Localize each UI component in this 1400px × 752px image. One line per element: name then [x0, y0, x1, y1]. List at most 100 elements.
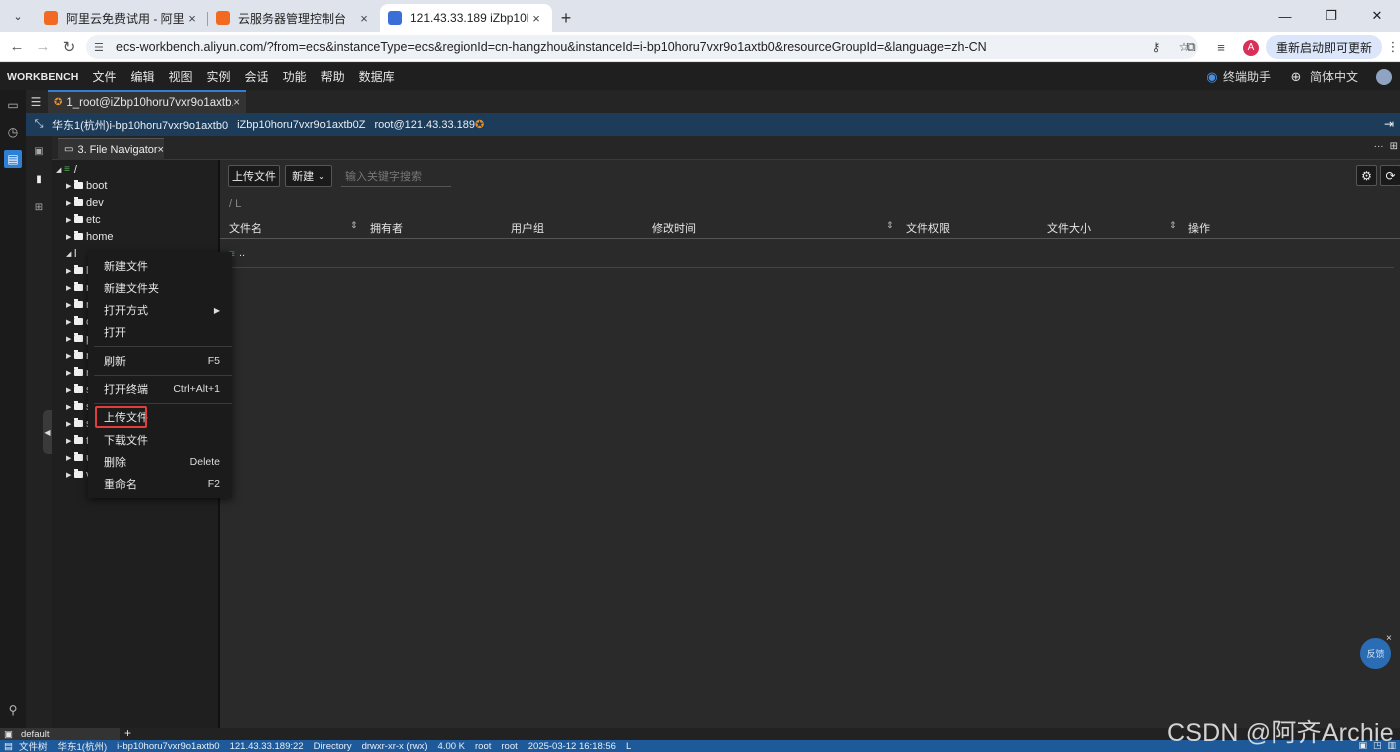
refresh-icon[interactable]: ⟳	[1380, 165, 1400, 186]
apps-icon[interactable]: ⊞	[32, 200, 46, 214]
collapsed-arrow-icon[interactable]: ▶	[66, 318, 74, 326]
collapsed-arrow-icon[interactable]: ▶	[66, 335, 74, 343]
sort-icon[interactable]: ⇕	[1169, 220, 1177, 231]
tree-node[interactable]: ▶t	[66, 432, 89, 449]
browser-tab[interactable]: 阿里云免费试用 - 阿里云 ×	[36, 4, 208, 32]
close-tab-icon[interactable]: ×	[356, 11, 372, 26]
tree-root[interactable]: ◢ ≡ /	[56, 161, 77, 178]
omnibox[interactable]: ☰ ecs-workbench.aliyun.com/?from=ecs&ins…	[86, 35, 1198, 59]
menu-item-open-terminal[interactable]: 打开终端 Ctrl+Alt+1	[88, 379, 232, 399]
collapsed-arrow-icon[interactable]: ▶	[66, 386, 74, 394]
tree-node[interactable]: ▶r	[66, 347, 90, 364]
more-icon[interactable]: ···	[1374, 141, 1384, 152]
file-icon[interactable]: ▮	[32, 172, 46, 186]
collapsed-arrow-icon[interactable]: ▶	[66, 420, 74, 428]
tree-node[interactable]: ▶ etc	[66, 211, 101, 228]
breadcrumb[interactable]: / L	[229, 198, 241, 210]
browser-tab[interactable]: 云服务器管理控制台 ×	[208, 4, 380, 32]
menu-help[interactable]: 帮助	[314, 68, 352, 85]
reload-icon[interactable]: ↻	[56, 38, 82, 56]
new-tab-button[interactable]: +	[552, 4, 580, 32]
collapsed-arrow-icon[interactable]: ▶	[66, 352, 74, 360]
add-terminal-icon[interactable]: +	[124, 726, 131, 740]
session-tab[interactable]: ✪ 1_root@iZbp10horu7vxr9o1axtb... ×	[48, 90, 246, 113]
column-header-owner[interactable]: 拥有者	[370, 220, 403, 236]
tab-search-chevron-icon[interactable]: ⌄	[4, 2, 32, 30]
site-info-icon[interactable]: ☰	[94, 41, 110, 54]
collapsed-arrow-icon[interactable]: ▶	[66, 403, 74, 411]
reading-list-icon[interactable]: ≡	[1206, 40, 1236, 55]
expand-icon[interactable]: ⤡	[26, 118, 52, 131]
collapse-panel-icon[interactable]: ◀	[43, 410, 52, 454]
close-window-icon[interactable]: ✕	[1354, 8, 1400, 24]
exit-session-icon[interactable]: ⇥	[1384, 117, 1394, 131]
column-header-modified[interactable]: 修改时间	[652, 220, 696, 236]
collapsed-arrow-icon[interactable]: ▶	[66, 199, 74, 207]
column-header-permissions[interactable]: 文件权限	[906, 220, 950, 236]
forward-icon[interactable]: →	[30, 38, 56, 55]
new-dropdown-button[interactable]: 新建 ⌄	[285, 165, 332, 187]
pin-icon[interactable]: ⚲	[4, 701, 22, 719]
browser-tab-active[interactable]: 121.43.33.189 iZbp10horu7v ×	[380, 4, 552, 32]
menu-item-refresh[interactable]: 刷新 F5	[88, 351, 232, 371]
profile-avatar[interactable]: A	[1236, 38, 1266, 56]
tree-node[interactable]: ▶l	[66, 262, 88, 279]
menu-item-download-file[interactable]: 下载文件	[88, 430, 232, 450]
session-list-icon[interactable]: ☰	[26, 90, 46, 113]
close-tab-icon[interactable]: ×	[158, 144, 164, 156]
collapsed-arrow-icon[interactable]: ▶	[66, 182, 74, 190]
extensions-icon[interactable]: ⧉	[1176, 39, 1206, 55]
collapsed-arrow-icon[interactable]: ▶	[66, 233, 74, 241]
menu-item-new-folder[interactable]: 新建文件夹	[88, 278, 232, 298]
tree-node-selected[interactable]: ◢ l	[66, 245, 76, 262]
menu-item-new-file[interactable]: 新建文件	[88, 256, 232, 276]
menu-item-rename[interactable]: 重命名 F2	[88, 474, 232, 494]
tree-node[interactable]: ▶r	[66, 279, 90, 296]
history-icon[interactable]: ◷	[4, 123, 22, 141]
collapsed-arrow-icon[interactable]: ▶	[66, 454, 74, 462]
close-tab-icon[interactable]: ×	[528, 11, 544, 26]
password-key-icon[interactable]: ⚷	[1142, 40, 1170, 54]
collapsed-arrow-icon[interactable]: ▶	[66, 437, 74, 445]
sort-icon[interactable]: ⇕	[350, 220, 358, 231]
tree-node[interactable]: ▶r	[66, 364, 90, 381]
search-input[interactable]: 输入关键字搜索	[341, 165, 451, 187]
language-globe-icon[interactable]: ⊕	[1285, 69, 1307, 85]
add-panel-icon[interactable]: ⊞	[1390, 141, 1398, 152]
folder-icon[interactable]: ▭	[4, 96, 22, 114]
tree-node[interactable]: ▶ dev	[66, 194, 104, 211]
menu-view[interactable]: 视图	[162, 68, 200, 85]
menu-instance[interactable]: 实例	[200, 68, 238, 85]
close-session-icon[interactable]: ×	[233, 97, 240, 109]
column-header-group[interactable]: 用户组	[511, 220, 544, 236]
collapsed-arrow-icon[interactable]: ▶	[66, 267, 74, 275]
menu-item-open[interactable]: 打开	[88, 322, 232, 342]
terminal-helper-icon[interactable]: ◉	[1201, 69, 1223, 85]
menu-session[interactable]: 会话	[238, 68, 276, 85]
menu-item-open-with[interactable]: 打开方式 ▶	[88, 300, 232, 320]
user-avatar[interactable]	[1376, 68, 1392, 85]
expanded-arrow-icon[interactable]: ◢	[56, 166, 64, 174]
restore-icon[interactable]: ❐	[1308, 8, 1354, 24]
menu-item-delete[interactable]: 删除 Delete	[88, 452, 232, 472]
expanded-arrow-icon[interactable]: ◢	[66, 250, 74, 258]
column-header-size[interactable]: 文件大小	[1047, 220, 1091, 236]
menu-features[interactable]: 功能	[276, 68, 314, 85]
collapsed-arrow-icon[interactable]: ▶	[66, 301, 74, 309]
settings-gear-icon[interactable]: ⚙	[1356, 165, 1377, 186]
terminal-helper-link[interactable]: 终端助手	[1223, 68, 1271, 85]
file-navigator-tab[interactable]: ▭ 3. File Navigator ×	[58, 138, 164, 160]
close-chat-icon[interactable]: ×	[1386, 633, 1392, 644]
tree-node[interactable]: ▶ home	[66, 228, 114, 245]
menu-edit[interactable]: 编辑	[124, 68, 162, 85]
table-row[interactable]: ≡ ..	[220, 240, 1394, 268]
browser-menu-icon[interactable]: ⋮	[1386, 39, 1400, 55]
terminal-tab[interactable]: ▣ default	[0, 728, 120, 740]
collapsed-arrow-icon[interactable]: ▶	[66, 369, 74, 377]
minimize-icon[interactable]: —	[1262, 9, 1308, 24]
collapsed-arrow-icon[interactable]: ▶	[66, 216, 74, 224]
update-button[interactable]: 重新启动即可更新	[1265, 35, 1382, 59]
menu-file[interactable]: 文件	[85, 68, 123, 85]
terminal-icon[interactable]: ▣	[32, 144, 46, 158]
upload-file-button[interactable]: 上传文件	[228, 165, 280, 187]
